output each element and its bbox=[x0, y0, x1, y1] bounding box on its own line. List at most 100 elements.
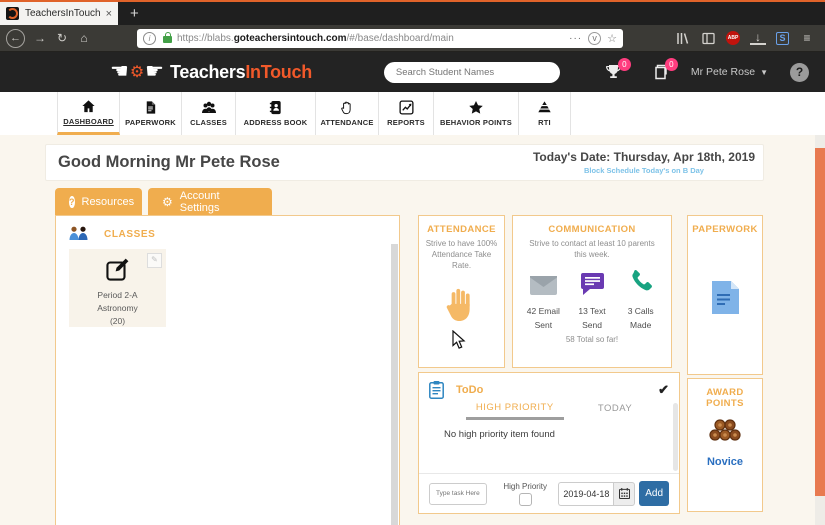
browser-toolbar: ← → ↻ ⌂ i https://blabs.goteachersintouc… bbox=[0, 25, 825, 52]
attendance-title: ATTENDANCE bbox=[419, 224, 504, 235]
communication-title: COMMUNICATION bbox=[513, 224, 671, 235]
trophy-button[interactable]: 0 bbox=[604, 63, 623, 82]
high-priority-checkbox[interactable] bbox=[519, 493, 532, 506]
home-icon bbox=[81, 99, 96, 114]
task-input[interactable] bbox=[429, 483, 487, 505]
app-header: ☚ ⚙ ☛ TeachersInTouch 0 0 Mr Pete Rose ▼… bbox=[0, 52, 825, 92]
todo-title: ToDo bbox=[456, 384, 483, 396]
tab-rti[interactable]: RTI bbox=[519, 92, 571, 135]
help-button[interactable]: ? bbox=[790, 63, 809, 82]
sidebar-icon[interactable] bbox=[700, 30, 716, 46]
calendar-icon bbox=[619, 488, 630, 499]
check-icon[interactable]: ✔ bbox=[658, 382, 669, 398]
download-icon[interactable]: ↓ bbox=[750, 31, 766, 45]
star-icon bbox=[468, 100, 484, 115]
page-info-icon[interactable]: i bbox=[143, 32, 156, 45]
date-input[interactable] bbox=[558, 482, 613, 506]
url-bar[interactable]: i https://blabs.goteachersintouch.com/#/… bbox=[137, 29, 623, 48]
logo-gear-icon: ⚙ bbox=[130, 62, 144, 82]
active-tab-underline bbox=[466, 417, 564, 420]
https-lock-icon bbox=[163, 36, 172, 43]
high-priority-label: High Priority bbox=[500, 482, 550, 491]
tab-title: TeachersInTouch bbox=[25, 8, 102, 19]
reload-button[interactable]: ↻ bbox=[51, 28, 73, 48]
tab-reports[interactable]: REPORTS bbox=[379, 92, 434, 135]
reports-icon bbox=[399, 100, 414, 115]
phone-icon bbox=[629, 269, 653, 293]
tab-dashboard[interactable]: DASHBOARD bbox=[57, 92, 120, 135]
forward-button[interactable]: → bbox=[29, 28, 51, 48]
notes-badge: 0 bbox=[665, 58, 678, 71]
tab-paperwork[interactable]: PAPERWORK bbox=[120, 92, 182, 135]
search-input[interactable] bbox=[384, 62, 560, 83]
communication-card: COMMUNICATION Strive to contact at least… bbox=[512, 215, 672, 368]
paperwork-card: PAPERWORK bbox=[687, 215, 763, 375]
communication-message: Strive to contact at least 10 parents th… bbox=[513, 239, 671, 261]
resources-button[interactable]: ? Resources bbox=[55, 188, 142, 215]
notes-button[interactable]: 0 bbox=[653, 63, 670, 81]
award-level[interactable]: Novice bbox=[688, 456, 762, 468]
question-circle-icon: ? bbox=[69, 196, 75, 208]
chevron-down-icon: ▼ bbox=[760, 68, 768, 77]
logo-hand-right-icon: ☛ bbox=[145, 62, 164, 82]
rti-pyramid-icon bbox=[537, 100, 552, 115]
todo-clipboard-icon bbox=[429, 381, 444, 399]
tab-classes[interactable]: CLASSES bbox=[182, 92, 236, 135]
browser-tab[interactable]: TeachersInTouch × bbox=[0, 2, 118, 25]
paperwork-title: PAPERWORK bbox=[688, 224, 762, 235]
communication-total: 58 Total so far! bbox=[513, 335, 671, 344]
paperwork-icon bbox=[143, 100, 158, 115]
class-period: Period 2-A bbox=[69, 289, 166, 302]
attendance-message: Strive to have 100% Attendance Take Rate… bbox=[419, 239, 504, 271]
account-settings-button[interactable]: ⚙ Account Settings bbox=[148, 188, 272, 215]
block-schedule-note[interactable]: Block Schedule Today's on B Day bbox=[533, 166, 755, 175]
calendar-button[interactable] bbox=[613, 482, 635, 506]
main-nav: DASHBOARD PAPERWORK CLASSES ADDRESS BOOK… bbox=[0, 92, 825, 135]
browser-tab-bar: TeachersInTouch × + bbox=[0, 0, 825, 25]
new-tab-button[interactable]: + bbox=[118, 2, 151, 25]
menu-icon[interactable]: ≡ bbox=[799, 30, 815, 46]
classes-panel: CLASSES ✎ Period 2-A Astronomy (20) bbox=[55, 215, 400, 525]
logo-text: TeachersInTouch bbox=[170, 62, 312, 83]
add-button[interactable]: Add bbox=[639, 481, 669, 506]
site-favicon-icon bbox=[6, 7, 19, 20]
calls-stat[interactable]: 3 CallsMade bbox=[616, 269, 665, 333]
page-scrollbar-thumb[interactable] bbox=[815, 148, 825, 496]
pencil-icon[interactable]: ✎ bbox=[147, 253, 162, 268]
tab-close-icon[interactable]: × bbox=[106, 8, 112, 20]
tab-behavior-points[interactable]: BEHAVIOR POINTS bbox=[434, 92, 519, 135]
user-menu[interactable]: Mr Pete Rose ▼ bbox=[691, 66, 768, 78]
attendance-hand-icon bbox=[340, 100, 354, 115]
page-scrollbar[interactable] bbox=[815, 135, 825, 525]
class-card[interactable]: ✎ Period 2-A Astronomy (20) bbox=[69, 249, 166, 327]
session-manager-icon[interactable]: S bbox=[776, 32, 789, 45]
bookmark-star-icon[interactable]: ☆ bbox=[607, 32, 617, 45]
edit-square-icon bbox=[105, 256, 131, 282]
attendance-hand-icon[interactable] bbox=[443, 283, 481, 323]
email-stat[interactable]: 42 EmailSent bbox=[519, 276, 568, 333]
email-icon bbox=[530, 276, 557, 295]
todo-scrollbar[interactable] bbox=[673, 403, 678, 471]
award-points-title: AWARD POINTS bbox=[688, 387, 762, 409]
back-button[interactable]: ← bbox=[6, 29, 25, 48]
text-stat[interactable]: 13 TextSend bbox=[568, 273, 617, 333]
adblock-icon[interactable]: ABP bbox=[726, 31, 740, 45]
text-message-icon bbox=[581, 273, 604, 295]
library-icon[interactable] bbox=[674, 30, 690, 46]
page-actions-icon[interactable]: ··· bbox=[569, 33, 582, 44]
tab-address-book[interactable]: ADDRESS BOOK bbox=[236, 92, 316, 135]
classes-scrollbar[interactable] bbox=[391, 244, 398, 525]
tab-attendance[interactable]: ATTENDANCE bbox=[316, 92, 379, 135]
paperwork-doc-icon[interactable] bbox=[712, 281, 739, 314]
app-logo[interactable]: ☚ ⚙ ☛ TeachersInTouch bbox=[110, 62, 312, 83]
classes-panel-title: CLASSES bbox=[104, 229, 155, 240]
page-title: Good Morning Mr Pete Rose bbox=[46, 153, 280, 172]
url-text: https://blabs.goteachersintouch.com/#/ba… bbox=[177, 33, 563, 44]
class-subject: Astronomy bbox=[69, 302, 166, 315]
classes-people-icon bbox=[68, 226, 90, 242]
home-button[interactable]: ⌂ bbox=[73, 28, 95, 48]
tab-high-priority[interactable]: HIGH PRIORITY bbox=[466, 402, 564, 420]
todo-empty-message: No high priority item found bbox=[444, 429, 679, 440]
tab-today[interactable]: TODAY bbox=[598, 402, 632, 420]
pocket-icon[interactable]: v bbox=[588, 32, 601, 45]
